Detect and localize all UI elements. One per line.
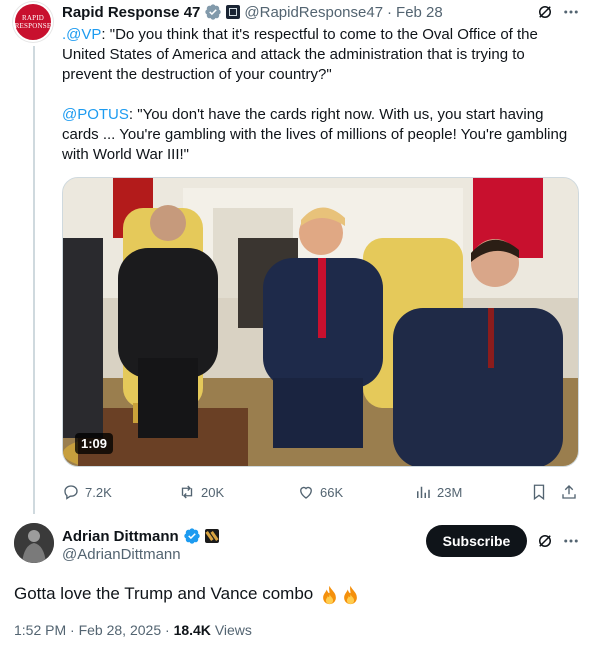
avatar-rapid-response[interactable]: RAPID RESPONSE [13, 2, 53, 42]
quoted-post-text: .@VP: "Do you think that it's respectful… [62, 25, 572, 165]
more-icon[interactable] [562, 532, 580, 550]
reply-button[interactable]: 7.2K [62, 481, 112, 503]
mention-potus[interactable]: @POTUS [62, 106, 129, 123]
share-button[interactable] [560, 481, 578, 503]
share-icon [560, 483, 578, 501]
like-count: 66K [320, 484, 344, 500]
repost-icon [178, 483, 196, 501]
reply-icon [62, 483, 80, 501]
verified-badge-icon [204, 3, 222, 21]
avatar-text-line2: RESPONSE [14, 22, 52, 30]
views-button[interactable]: 23M [414, 481, 462, 503]
repost-count: 20K [201, 484, 225, 500]
thread-line [33, 46, 35, 514]
main-author-handle[interactable]: @AdrianDittmann [62, 546, 181, 563]
author-name[interactable]: Rapid Response 47 [62, 4, 200, 21]
post-date[interactable]: Feb 28 [396, 4, 443, 21]
author-handle[interactable]: @RapidResponse47 [244, 4, 383, 21]
main-text: Gotta love the Trump and Vance combo [14, 584, 314, 603]
video-duration: 1:09 [75, 433, 114, 454]
post-header: Rapid Response 47 @RapidResponse47 · Feb… [62, 2, 443, 22]
quoted-post-actions: 7.2K 20K 66K 23M [62, 481, 584, 503]
mention-vp[interactable]: .@VP [62, 26, 101, 43]
repost-button[interactable]: 20K [178, 481, 224, 503]
avatar-text-line1: RAPID [21, 14, 44, 22]
post-time[interactable]: 1:52 PM [14, 622, 66, 638]
subscribe-button[interactable]: Subscribe [426, 525, 527, 557]
views-count: 23M [437, 484, 463, 500]
affiliate-badge-icon[interactable] [204, 529, 219, 543]
video-thumbnail [63, 178, 578, 466]
like-icon [297, 483, 315, 501]
main-author-name[interactable]: Adrian Dittmann [62, 528, 179, 545]
post-full-date[interactable]: Feb 28, 2025 [79, 622, 162, 638]
verified-badge-icon [183, 527, 201, 545]
more-icon[interactable] [562, 3, 580, 21]
dot-separator: · [387, 3, 393, 21]
video-player[interactable]: 1:09 [62, 177, 579, 467]
dot-separator: · [70, 622, 75, 638]
text-part2: : "You don't have the cards right now. W… [62, 106, 568, 163]
bookmark-button[interactable] [530, 481, 548, 503]
views-total[interactable]: 18.4K [174, 622, 211, 638]
post-meta: 1:52 PM · Feb 28, 2025 · 18.4K Views [14, 622, 252, 638]
views-icon [414, 483, 432, 501]
grok-icon[interactable] [536, 3, 554, 21]
grok-icon[interactable] [536, 532, 554, 550]
affiliate-badge-icon[interactable] [226, 5, 241, 19]
fire-emoji [320, 585, 360, 605]
main-post-text: Gotta love the Trump and Vance combo 🔥🔥 [14, 583, 360, 605]
views-label: Views [214, 622, 252, 638]
dot-separator: · [165, 622, 170, 638]
reply-count: 7.2K [85, 484, 112, 500]
like-button[interactable]: 66K [297, 481, 343, 503]
text-part1: : "Do you think that it's respectful to … [62, 26, 538, 83]
avatar-adrian-dittmann[interactable] [14, 523, 54, 563]
main-post-header: Adrian Dittmann [62, 526, 219, 546]
bookmark-icon [530, 483, 548, 501]
